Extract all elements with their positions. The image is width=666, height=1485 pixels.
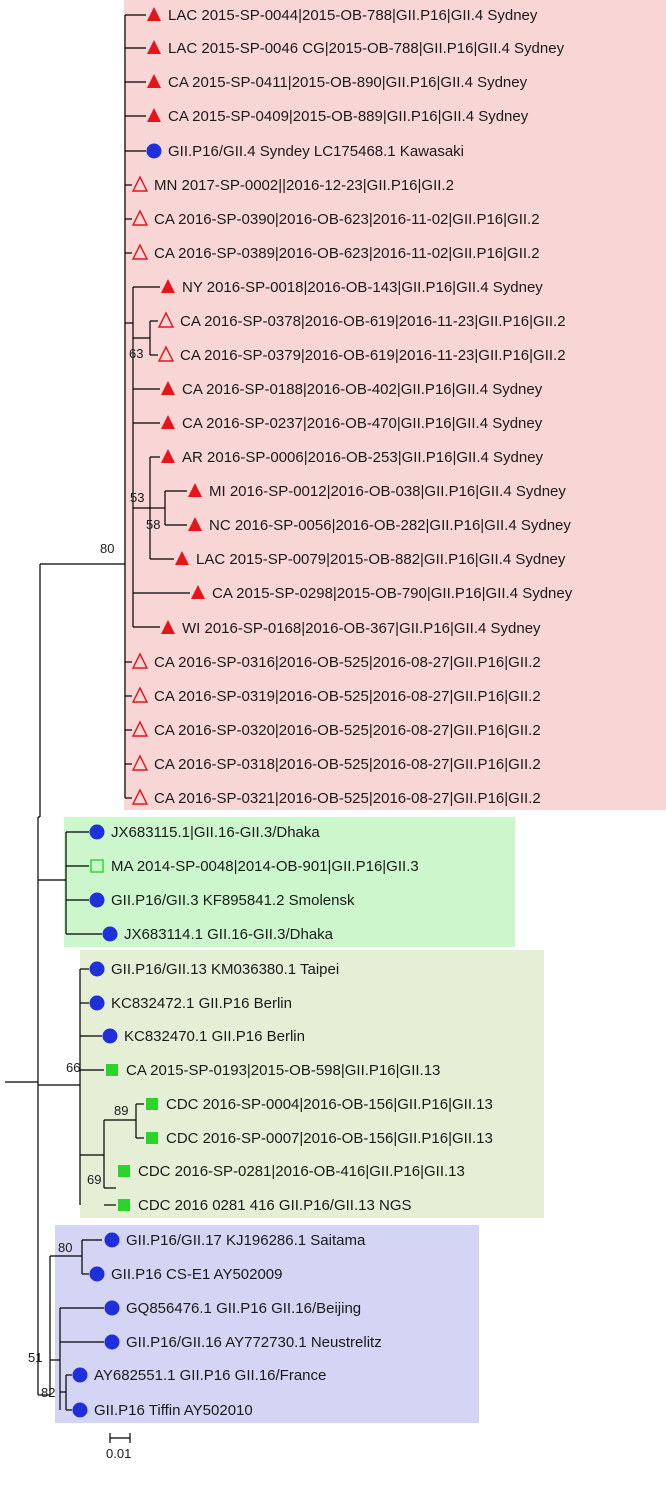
- leaf-label: MA 2014-SP-0048|2014-OB-901|GII.P16|GII.…: [111, 858, 419, 875]
- leaf-label: CA 2016-SP-0321|2016-OB-525|2016-08-27|G…: [154, 790, 541, 807]
- bootstrap-value: 63: [129, 346, 143, 361]
- leaf-label: CA 2016-SP-0316|2016-OB-525|2016-08-27|G…: [154, 654, 541, 671]
- leaf-label: CA 2016-SP-0319|2016-OB-525|2016-08-27|G…: [154, 688, 541, 705]
- leaf-label: CDC 2016-SP-0007|2016-OB-156|GII.P16|GII…: [166, 1130, 493, 1147]
- leaf-label: NC 2016-SP-0056|2016-OB-282|GII.P16|GII.…: [209, 517, 571, 534]
- leaf-label: CA 2016-SP-0320|2016-OB-525|2016-08-27|G…: [154, 722, 541, 739]
- bootstrap-value: 80: [58, 1240, 72, 1255]
- leaf-label: GII.P16/GII.16 AY772730.1 Neustrelitz: [126, 1334, 382, 1351]
- filled-circle-icon: [89, 892, 105, 908]
- leaf-label: KC832472.1 GII.P16 Berlin: [111, 995, 292, 1012]
- leaf-label: MN 2017-SP-0002||2016-12-23|GII.P16|GII.…: [154, 177, 454, 194]
- filled-circle-icon: [89, 995, 105, 1011]
- bootstrap-value: 58: [146, 517, 160, 532]
- filled-circle-icon: [89, 961, 105, 977]
- filled-square-icon: [146, 1098, 158, 1110]
- leaf-label: CA 2015-SP-0411|2015-OB-890|GII.P16|GII.…: [168, 74, 528, 91]
- leaf-label: CA 2016-SP-0318|2016-OB-525|2016-08-27|G…: [154, 756, 541, 773]
- filled-circle-icon: [146, 143, 162, 159]
- leaf-label: GII.P16 CS-E1 AY502009: [111, 1266, 283, 1283]
- bootstrap-value: 82: [41, 1385, 55, 1400]
- leaf-label: CA 2016-SP-0237|2016-OB-470|GII.P16|GII.…: [182, 415, 543, 432]
- filled-circle-icon: [104, 1232, 120, 1248]
- leaf-label: GII.P16/GII.3 KF895841.2 Smolensk: [111, 892, 355, 909]
- filled-circle-icon: [102, 926, 118, 942]
- filled-circle-icon: [104, 1334, 120, 1350]
- tree-canvas: LAC 2015-SP-0044|2015-OB-788|GII.P16|GII…: [5, 0, 666, 1461]
- filled-square-icon: [118, 1199, 130, 1211]
- leaf-label: JX683115.1|GII.16-GII.3/Dhaka: [111, 824, 320, 841]
- leaf-label: AY682551.1 GII.P16 GII.16/France: [94, 1367, 326, 1384]
- leaf-label: LAC 2015-SP-0044|2015-OB-788|GII.P16|GII…: [168, 7, 538, 24]
- leaf-label: CDC 2016 0281 416 GII.P16/GII.13 NGS: [138, 1197, 412, 1214]
- filled-square-icon: [106, 1064, 118, 1076]
- leaf-label: CA 2015-SP-0409|2015-OB-889|GII.P16|GII.…: [168, 108, 529, 125]
- leaf-label: WI 2016-SP-0168|2016-OB-367|GII.P16|GII.…: [182, 620, 541, 637]
- leaf-label: JX683114.1 GII.16-GII.3/Dhaka: [124, 926, 334, 943]
- leaf-label: AR 2016-SP-0006|2016-OB-253|GII.P16|GII.…: [182, 449, 544, 466]
- leaf-label: CA 2015-SP-0298|2015-OB-790|GII.P16|GII.…: [212, 585, 573, 602]
- leaf-label: CA 2016-SP-0390|2016-OB-623|2016-11-02|G…: [154, 211, 540, 228]
- leaf-label: GII.P16/GII.17 KJ196286.1 Saitama: [126, 1232, 366, 1249]
- leaf-label: CA 2016-SP-0188|2016-OB-402|GII.P16|GII.…: [182, 381, 543, 398]
- filled-circle-icon: [89, 1266, 105, 1282]
- filled-square-icon: [146, 1132, 158, 1144]
- leaf-label: LAC 2015-SP-0046 CG|2015-OB-788|GII.P16|…: [168, 40, 565, 57]
- filled-square-icon: [118, 1165, 130, 1177]
- scale-bar-label: 0.01: [106, 1446, 131, 1461]
- leaf-label: CA 2016-SP-0389|2016-OB-623|2016-11-02|G…: [154, 245, 540, 262]
- leaf-label: MI 2016-SP-0012|2016-OB-038|GII.P16|GII.…: [209, 483, 566, 500]
- bootstrap-value: 69: [87, 1172, 101, 1187]
- bootstrap-value: 53: [130, 490, 144, 505]
- leaf-label: GII.P16/GII.13 KM036380.1 Taipei: [111, 961, 339, 978]
- filled-circle-icon: [72, 1367, 88, 1383]
- clade-box-gii16-gii17: [55, 1225, 479, 1423]
- leaf-label: CA 2016-SP-0378|2016-OB-619|2016-11-23|G…: [180, 313, 566, 330]
- leaf-label: GQ856476.1 GII.P16 GII.16/Beijing: [126, 1300, 361, 1317]
- leaf-label: CDC 2016-SP-0004|2016-OB-156|GII.P16|GII…: [166, 1096, 493, 1113]
- bootstrap-value: 66: [66, 1060, 80, 1075]
- bootstrap-value: 89: [114, 1103, 128, 1118]
- filled-circle-icon: [72, 1402, 88, 1418]
- bootstrap-value: 80: [100, 541, 114, 556]
- leaf-label: CDC 2016-SP-0281|2016-OB-416|GII.P16|GII…: [138, 1163, 465, 1180]
- leaf-label: GII.P16 Tiffin AY502010: [94, 1402, 253, 1419]
- leaf-label: CA 2016-SP-0379|2016-OB-619|2016-11-23|G…: [180, 347, 566, 364]
- phylogenetic-tree: LAC 2015-SP-0044|2015-OB-788|GII.P16|GII…: [0, 0, 666, 1485]
- leaf-label: CA 2015-SP-0193|2015-OB-598|GII.P16|GII.…: [126, 1062, 440, 1079]
- leaf-label: NY 2016-SP-0018|2016-OB-143|GII.P16|GII.…: [182, 279, 543, 296]
- leaf-label: KC832470.1 GII.P16 Berlin: [124, 1028, 305, 1045]
- leaf-label: LAC 2015-SP-0079|2015-OB-882|GII.P16|GII…: [196, 551, 566, 568]
- bootstrap-value: 51: [28, 1350, 42, 1365]
- filled-circle-icon: [102, 1028, 118, 1044]
- scale-bar: 0.01: [106, 1433, 131, 1461]
- filled-circle-icon: [89, 824, 105, 840]
- filled-circle-icon: [104, 1300, 120, 1316]
- leaf-label: GII.P16/GII.4 Syndey LC175468.1 Kawasaki: [168, 143, 464, 160]
